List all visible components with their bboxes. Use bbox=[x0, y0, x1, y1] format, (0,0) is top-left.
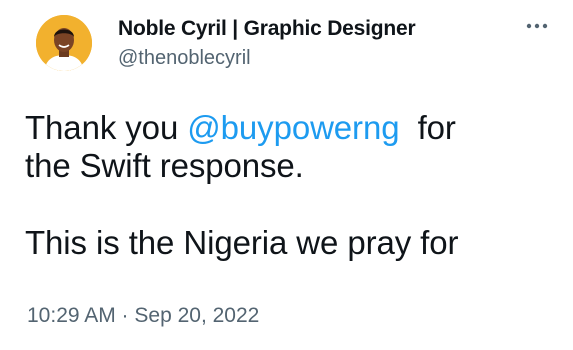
author-display-name[interactable]: Noble Cyril | Graphic Designer bbox=[118, 16, 416, 42]
tweet-card: Noble Cyril | Graphic Designer @thenoble… bbox=[0, 0, 573, 350]
tweet-text: Thank you @buypowerng for the Swift resp… bbox=[25, 109, 555, 262]
avatar-photo bbox=[36, 15, 92, 71]
author-avatar[interactable] bbox=[36, 15, 92, 71]
tweet-text-segment: for bbox=[399, 109, 456, 146]
more-options-button[interactable] bbox=[517, 12, 557, 40]
tweet-timestamp[interactable]: 10:29 AM · Sep 20, 2022 bbox=[27, 303, 259, 329]
tweet-line: Thank you @buypowerng for bbox=[25, 109, 555, 147]
mention-link[interactable]: @buypowerng bbox=[187, 109, 399, 146]
tweet-line: This is the Nigeria we pray for bbox=[25, 224, 459, 261]
author-handle[interactable]: @thenoblecyril bbox=[118, 45, 251, 71]
ellipsis-icon bbox=[526, 23, 548, 29]
tweet-line: the Swift response. bbox=[25, 147, 304, 184]
tweet-text-segment: Thank you bbox=[25, 109, 188, 146]
